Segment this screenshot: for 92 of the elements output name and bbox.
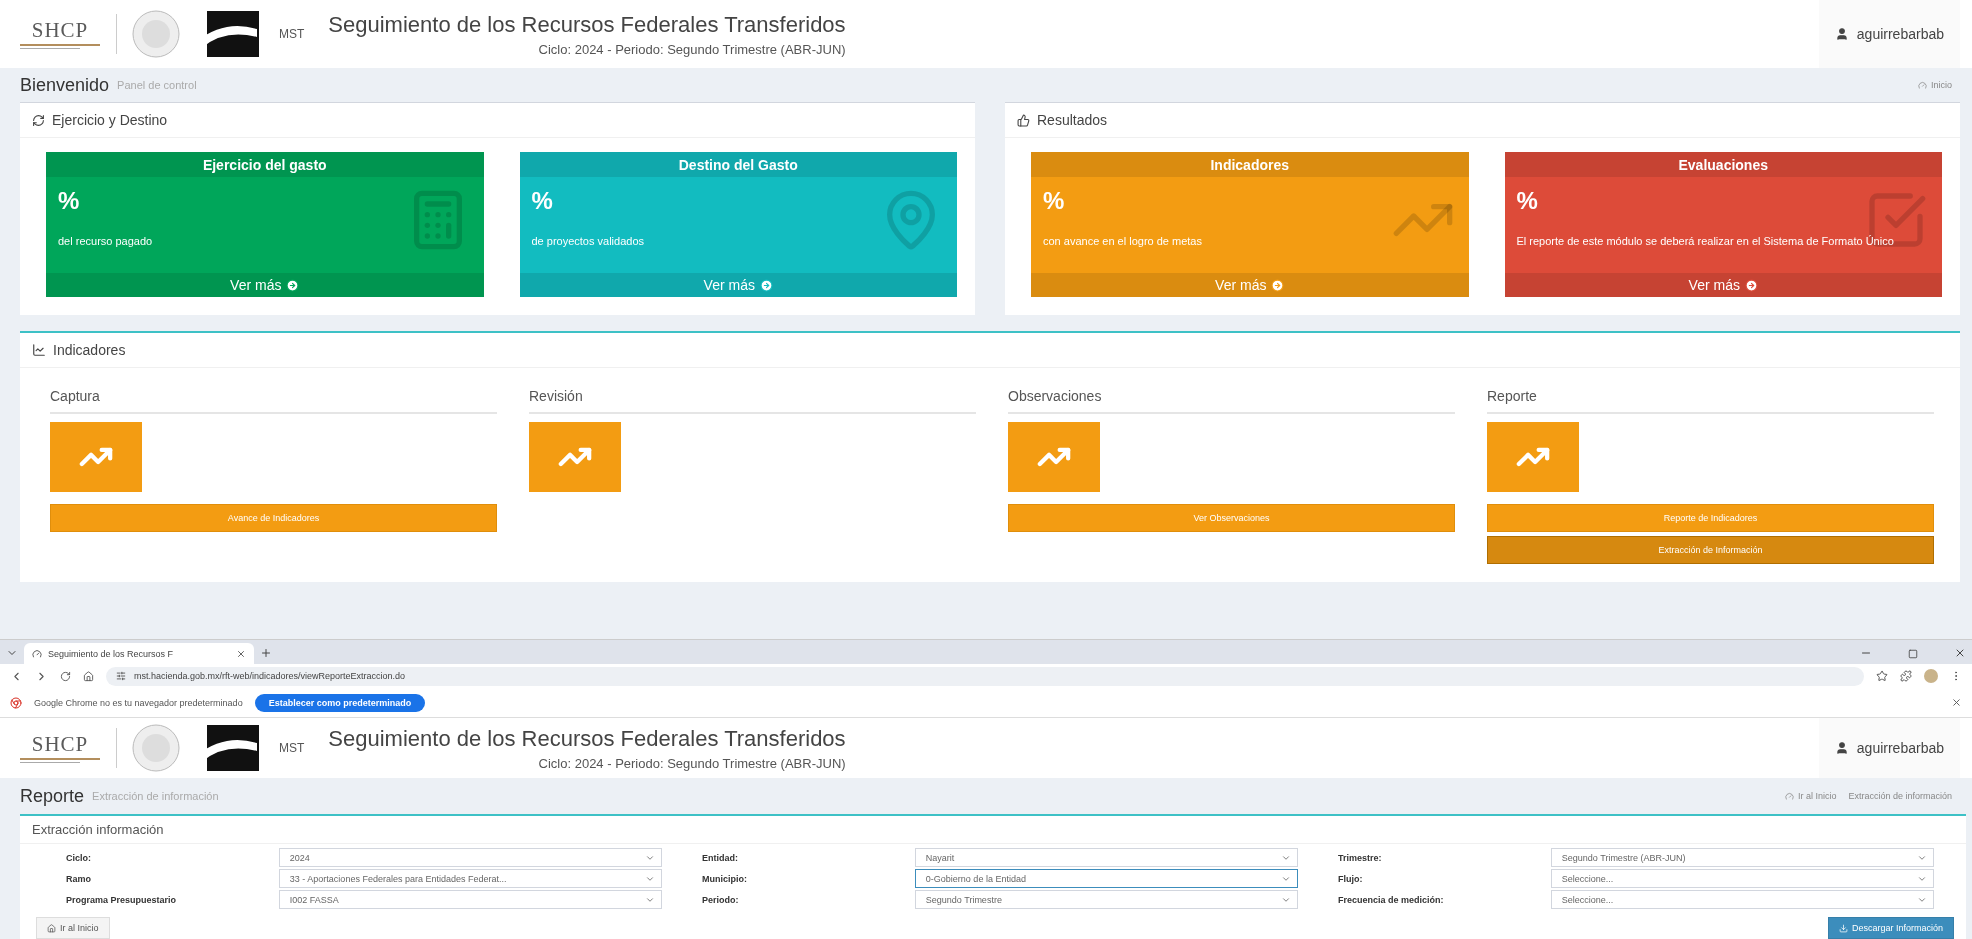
card-value: % <box>1516 187 1538 214</box>
card-title: Destino del Gasto <box>519 152 957 177</box>
period-text: Ciclo: 2024 - Periodo: Segundo Trimestre (ABR-JUN) <box>538 41 846 57</box>
home-button[interactable]: Ir al Inicio <box>36 917 110 939</box>
new-tab-icon <box>260 647 272 659</box>
page-title: Reporte <box>20 785 85 807</box>
maximize-icon <box>1908 649 1918 659</box>
app-title: Seguimiento de los Recursos Federales Transferidos <box>328 725 846 752</box>
field-label: Programa Presupuestario <box>66 894 178 905</box>
card-title: Indicadores <box>1031 152 1469 177</box>
set-default-button[interactable]: Establecer como predeterminado <box>254 693 426 712</box>
chart-icon <box>32 343 46 357</box>
page-subtitle: Extracción de información <box>92 790 219 802</box>
breadcrumb-link[interactable]: Extracción de información <box>1848 791 1952 801</box>
select-field[interactable]: Seleccione... <box>1550 869 1934 888</box>
site-info-icon <box>116 671 126 681</box>
user-menu[interactable]: aguirrebarbab <box>1818 718 1960 778</box>
column-title: Captura <box>50 388 497 414</box>
address-bar[interactable]: mst.hacienda.gob.mx/rft-web/indicadores/viewReporteExtraccion.do <box>106 666 1864 686</box>
close-icon <box>236 648 246 659</box>
column-title: Observaciones <box>1008 388 1455 414</box>
card-caption: El reporte de este módulo se deberá realizar en el Sistema de Formato Único <box>1515 234 1895 249</box>
field-label: Trimestre: <box>1338 852 1383 863</box>
more-link[interactable]: Ver más <box>46 273 484 297</box>
arrow-circle-icon <box>1744 278 1758 292</box>
close-icon <box>1954 647 1966 659</box>
select-field[interactable]: 33 - Aportaciones Federales para Entidades Federat... <box>278 869 662 888</box>
select-field[interactable]: Nayarit <box>914 848 1298 867</box>
period-text: Ciclo: 2024 - Periodo: Segundo Trimestre (ABR-JUN) <box>538 755 846 771</box>
card-caption: con avance en el logro de metas <box>1042 234 1203 249</box>
logo-text: SHCP <box>31 17 89 43</box>
star-icon <box>1876 670 1888 682</box>
more-link[interactable]: Ver más <box>1504 273 1942 297</box>
select-field[interactable]: Segundo Trimestre (ABR-JUN) <box>1550 848 1934 867</box>
field-label: Periodo: <box>702 894 740 905</box>
app-name: MST <box>279 741 305 755</box>
seal-icon <box>131 9 181 59</box>
section-title: Ejercicio y Destino <box>52 112 168 128</box>
card-caption: de proyectos validados <box>530 234 645 249</box>
select-field[interactable]: Segundo Trimestre <box>914 890 1298 909</box>
logo-text: SHCP <box>31 731 89 757</box>
section-title: Resultados <box>1037 112 1108 128</box>
breadcrumb-link[interactable]: Inicio <box>1931 80 1952 90</box>
form-title: Extracción información <box>20 816 1966 844</box>
select-field[interactable]: I002 FASSA <box>278 890 662 909</box>
thumbs-up-icon <box>1017 113 1030 127</box>
select-field[interactable]: 2024 <box>278 848 662 867</box>
app-name: MST <box>279 27 305 41</box>
field-label: Municipio: <box>702 873 748 884</box>
card-value: % <box>58 187 80 214</box>
user-icon <box>1834 27 1849 41</box>
download-icon <box>1838 923 1848 933</box>
field-label: Flujo: <box>1338 873 1364 884</box>
chart-tile[interactable] <box>1487 422 1579 492</box>
card-title: Ejercicio del gasto <box>46 152 484 177</box>
user-menu[interactable]: aguirrebarbab <box>1818 0 1960 68</box>
dashboard-icon <box>1918 80 1927 90</box>
browser-tab[interactable]: Seguimiento de los Recursos F <box>24 643 254 664</box>
user-icon <box>1834 741 1849 755</box>
select-field[interactable]: Seleccione... <box>1550 890 1934 909</box>
arrow-circle-icon <box>759 278 773 292</box>
extensions-icon <box>1900 670 1912 682</box>
avatar-icon <box>1924 669 1938 683</box>
app-title: Seguimiento de los Recursos Federales Transferidos <box>328 11 846 38</box>
chart-tile[interactable] <box>50 422 142 492</box>
refresh-icon <box>32 113 45 127</box>
column-title: Reporte <box>1487 388 1934 414</box>
field-label: Entidad: <box>702 852 739 863</box>
reload-icon <box>60 670 71 682</box>
site-icon <box>32 648 42 659</box>
select-field[interactable]: 0-Gobierno de la Entidad <box>914 869 1298 888</box>
page-title: Bienvenido <box>20 74 110 96</box>
section-title: Indicadores <box>53 342 126 358</box>
arrow-circle-icon <box>286 278 300 292</box>
infobar-text: Google Chrome no es tu navegador predeterminado <box>34 697 243 708</box>
card-value: % <box>531 187 553 214</box>
browser-icon <box>10 696 22 709</box>
chart-tile[interactable] <box>1008 422 1100 492</box>
field-label: Ciclo: <box>66 852 92 863</box>
page-subtitle: Panel de control <box>117 79 197 91</box>
field-label: Ramo <box>66 873 92 884</box>
card-title: Evaluaciones <box>1504 152 1942 177</box>
download-button[interactable]: Descargar Información <box>1827 917 1954 939</box>
field-label: Frecuencia de medición: <box>1338 894 1445 905</box>
card-caption: del recurso pagado <box>57 234 154 249</box>
column-title: Revisión <box>529 388 976 414</box>
close-icon <box>1951 697 1962 708</box>
arrow-circle-icon <box>1271 278 1285 292</box>
seal-icon <box>131 723 181 773</box>
chart-tile[interactable] <box>529 422 621 492</box>
breadcrumb-link[interactable]: Ir al Inicio <box>1797 791 1837 801</box>
card-value: % <box>1043 187 1065 214</box>
